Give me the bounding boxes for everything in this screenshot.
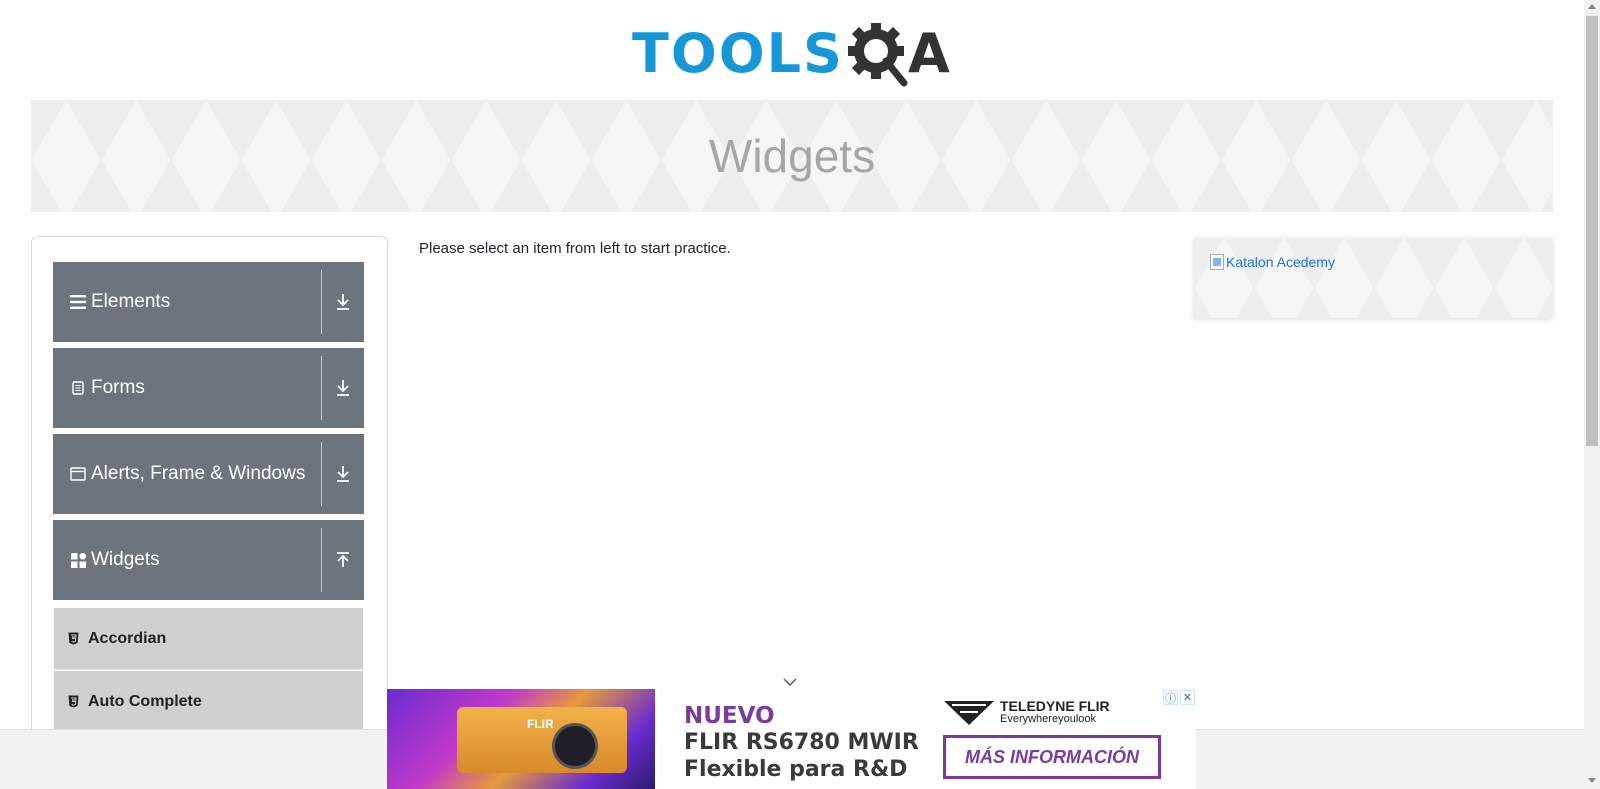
download-arrow-icon[interactable]: [322, 465, 364, 483]
teledyne-logo: TELEDYNE FLIR Everywhereyoulook: [942, 697, 1110, 727]
ad-copy: NUEVO FLIR RS6780 MWIR Flexible para R&D: [684, 703, 919, 783]
broken-image-icon: [1210, 254, 1224, 270]
gear-magnifier-icon: [846, 21, 910, 87]
scrollbar-thumb[interactable]: [1586, 16, 1598, 446]
download-arrow-icon[interactable]: [322, 379, 364, 397]
group-header-forms[interactable]: Forms: [53, 348, 364, 428]
bottom-ad-banner[interactable]: FLIR NUEVO FLIR RS6780 MWIR Flexible par…: [387, 689, 1196, 789]
teledyne-mark-icon: [944, 701, 994, 725]
html5-icon: [68, 695, 80, 709]
ad-link-text: Katalon Acedemy: [1226, 254, 1335, 270]
logo-text-tools: TOOLS: [632, 21, 844, 85]
page-scrollbar[interactable]: [1584, 0, 1600, 789]
ad-line-1: FLIR RS6780 MWIR: [684, 730, 919, 755]
instruction-text: Please select an item from left to start…: [419, 240, 731, 257]
close-icon[interactable]: ✕: [1180, 690, 1195, 705]
scroll-down-icon[interactable]: [1588, 778, 1596, 783]
group-header-alerts[interactable]: Alerts, Frame & Windows: [53, 434, 364, 514]
ad-line-2: Flexible para R&D: [684, 757, 908, 782]
document-icon: [69, 379, 87, 397]
left-panel: Elements Forms Alerts, Frame & Windows W…: [31, 236, 388, 789]
hamburger-icon: [69, 293, 87, 311]
ad-info-icon[interactable]: ⓘ: [1163, 690, 1178, 705]
group-header-widgets[interactable]: Widgets: [53, 520, 364, 600]
ad-choices: ⓘ ✕: [1163, 690, 1195, 705]
logo-text-a: A: [907, 21, 950, 85]
sidebar-item-label: Auto Complete: [88, 692, 202, 710]
chevron-down-icon[interactable]: [782, 674, 798, 686]
group-label: Widgets: [91, 549, 160, 570]
download-arrow-icon[interactable]: [322, 293, 364, 311]
group-header-elements[interactable]: Elements: [53, 262, 364, 342]
brand-name: TELEDYNE FLIR: [1000, 698, 1110, 714]
brand-tagline: Everywhereyoulook: [1000, 713, 1096, 725]
sidebar-item-auto-complete[interactable]: Auto Complete: [54, 671, 363, 733]
ad-camera-image: FLIR: [387, 689, 655, 789]
group-label: Alerts, Frame & Windows: [91, 463, 306, 484]
sidebar-item-accordian[interactable]: Accordian: [54, 608, 363, 670]
html5-icon: [68, 632, 80, 646]
camera-brand-label: FLIR: [527, 717, 554, 731]
right-ad-panel: Katalon Acedemy: [1194, 238, 1552, 318]
page-banner: Widgets: [31, 100, 1553, 212]
page-title: Widgets: [708, 130, 876, 182]
camera-lens: [552, 723, 598, 769]
scroll-up-icon[interactable]: [1588, 4, 1596, 9]
ad-cta-button[interactable]: MÁS INFORMACIÓN: [943, 735, 1161, 779]
widgets-grid-icon: [69, 551, 87, 569]
upload-arrow-icon[interactable]: [322, 551, 364, 569]
ad-headline: NUEVO: [684, 703, 775, 729]
window-icon: [69, 465, 87, 483]
group-label: Elements: [91, 291, 171, 312]
sidebar-item-label: Accordian: [88, 629, 167, 647]
group-label: Forms: [91, 377, 145, 398]
katalon-ad-link[interactable]: Katalon Acedemy: [1210, 254, 1335, 270]
toolsqa-logo[interactable]: TOOLS A: [632, 14, 956, 92]
